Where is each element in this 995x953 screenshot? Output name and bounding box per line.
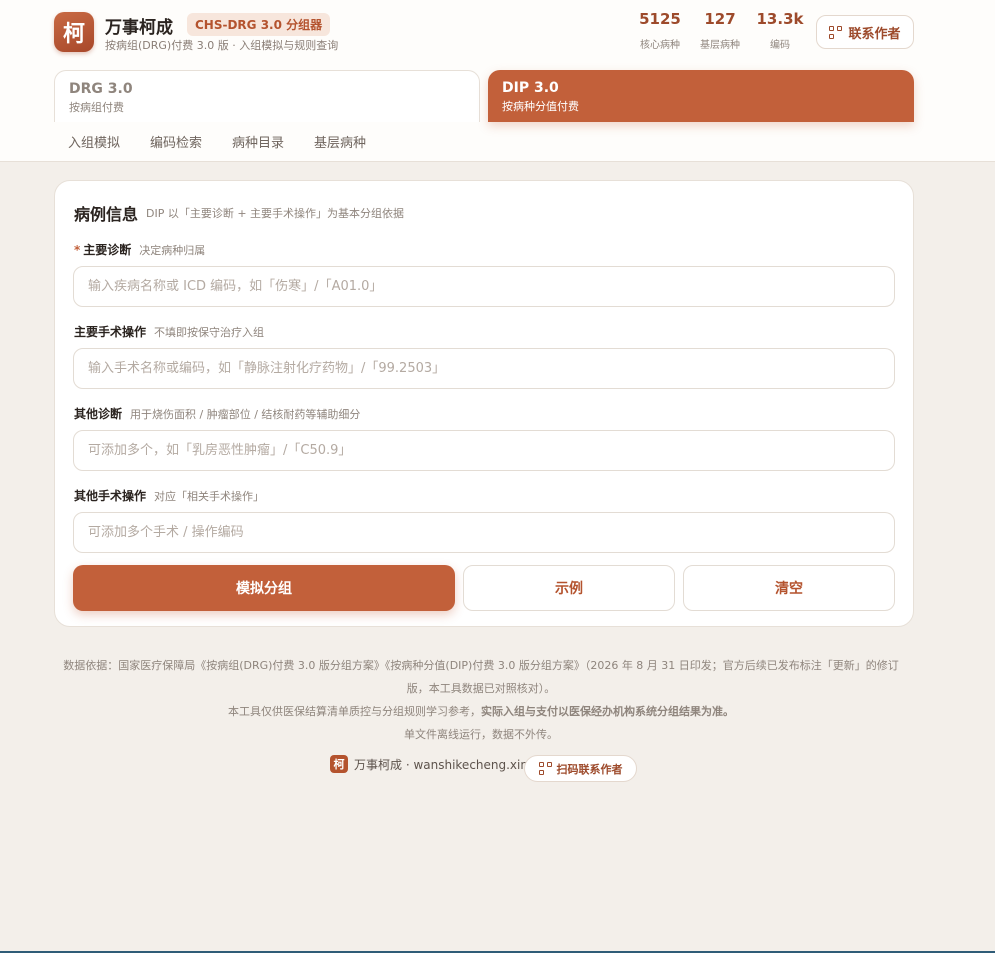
offline-note: 单文件离线运行，数据不外传。 [404,728,558,741]
disclaimer-note: 本工具仅供医保结算清单质控与分组规则学习参考，实际入组与支付以医保经办机构系统分… [60,700,902,723]
clear-button[interactable]: 清空 [683,565,895,611]
case-info-card: 病例信息 DIP 以「主要诊断 + 主要手术操作」为基本分组依据 * 主要诊断 决定… [54,180,914,627]
disclaimer-text: 本工具仅供医保结算清单质控与分组规则学习参考， [228,705,481,718]
qr-code-icon [538,762,552,775]
other-procedure-input[interactable] [73,512,895,553]
brand-subtitle: 按病组(DRG)付费 3.0 版 · 入组模拟与规则查询 [105,39,339,52]
field-hint: 对应「相关手术操作」 [154,490,265,503]
case-info-subtitle: DIP 以「主要诊断 + 主要手术操作」为基本分组依据 [146,207,405,220]
subnav-primary-diseases[interactable]: 基层病种 [314,132,366,151]
stat-label: 编码 [770,40,790,51]
stat-label: 核心病种 [640,40,680,51]
data-source-note: 数据依据：国家医疗保障局《按病组(DRG)付费 3.0 版分组方案》《按病种分值… [63,659,899,695]
field-label-text: 其他手术操作 [74,489,147,503]
scan-contact-label: 扫码联系作者 [556,762,623,776]
contact-author-label: 联系作者 [848,26,901,42]
contact-author-button[interactable]: 联系作者 [816,15,914,49]
subnav-code-search[interactable]: 编码检索 [150,132,202,151]
disclaimer-emphasis: 实际入组与支付以医保经办机构系统分组结果为准。 [481,705,734,718]
tab-title: DRG 3.0 [69,81,133,97]
tab-dip[interactable]: DIP 3.0 按病种分值付费 [488,70,914,122]
field-hint: 用于烧伤面积 / 肿瘤部位 / 结核耐药等辅助细分 [130,408,361,421]
main-procedure-input[interactable] [73,348,895,389]
field-label-text: 主要手术操作 [74,325,147,339]
tab-title: DIP 3.0 [502,80,559,96]
footer-site[interactable]: 万事柯成 · wanshikecheng.xin [354,756,528,773]
subnav-disease-catalog[interactable]: 病种目录 [232,132,284,151]
other-diagnosis-label: 其他诊断 用于烧伤面积 / 肿瘤部位 / 结核耐药等辅助细分 [74,405,360,422]
subnav-grouping-simulation[interactable]: 入组模拟 [68,132,120,151]
qr-code-icon [829,25,843,39]
field-hint: 决定病种归属 [139,244,206,257]
sub-navigation: 入组模拟 编码检索 病种目录 基层病种 [68,132,366,151]
brand-name: 万事柯成 [105,18,173,38]
stat-label: 基层病种 [700,40,740,51]
footer-logo: 柯 [330,755,348,773]
stat-primary-diseases: 127 基层病种 [690,10,750,51]
stat-value: 127 [704,10,736,28]
field-label-text: 其他诊断 [74,407,123,421]
simulate-grouping-button[interactable]: 模拟分组 [73,565,455,611]
tab-drg[interactable]: DRG 3.0 按病组付费 [54,70,480,122]
other-diagnosis-input[interactable] [73,430,895,471]
stat-value: 13.3k [756,10,804,28]
tab-subtitle: 按病种分值付费 [502,100,579,113]
main-diagnosis-input[interactable] [73,266,895,307]
footer-brand: 柯 万事柯成 · wanshikecheng.xin [330,755,528,773]
main-procedure-label: 主要手术操作 不填即按保守治疗入组 [74,323,264,340]
stat-core-diseases: 5125 核心病种 [630,10,690,51]
field-hint: 不填即按保守治疗入组 [154,326,265,339]
field-label-text: 主要诊断 [83,243,132,257]
example-button[interactable]: 示例 [463,565,675,611]
header: 柯 万事柯成 CHS-DRG 3.0 分组器 按病组(DRG)付费 3.0 版 … [0,0,995,162]
main-diagnosis-label: * 主要诊断 决定病种归属 [74,241,205,258]
footer-notes: 数据依据：国家医疗保障局《按病组(DRG)付费 3.0 版分组方案》《按病种分值… [60,654,902,746]
tab-subtitle: 按病组付费 [69,101,124,114]
scan-contact-button[interactable]: 扫码联系作者 [524,755,637,782]
stat-codes: 13.3k 编码 [750,10,810,51]
brand-logo: 柯 [54,12,94,52]
stat-value: 5125 [639,10,681,28]
required-marker: * [74,243,81,257]
other-procedure-label: 其他手术操作 对应「相关手术操作」 [74,487,264,504]
case-info-title: 病例信息 [74,205,139,224]
version-badge: CHS-DRG 3.0 分组器 [187,13,331,36]
